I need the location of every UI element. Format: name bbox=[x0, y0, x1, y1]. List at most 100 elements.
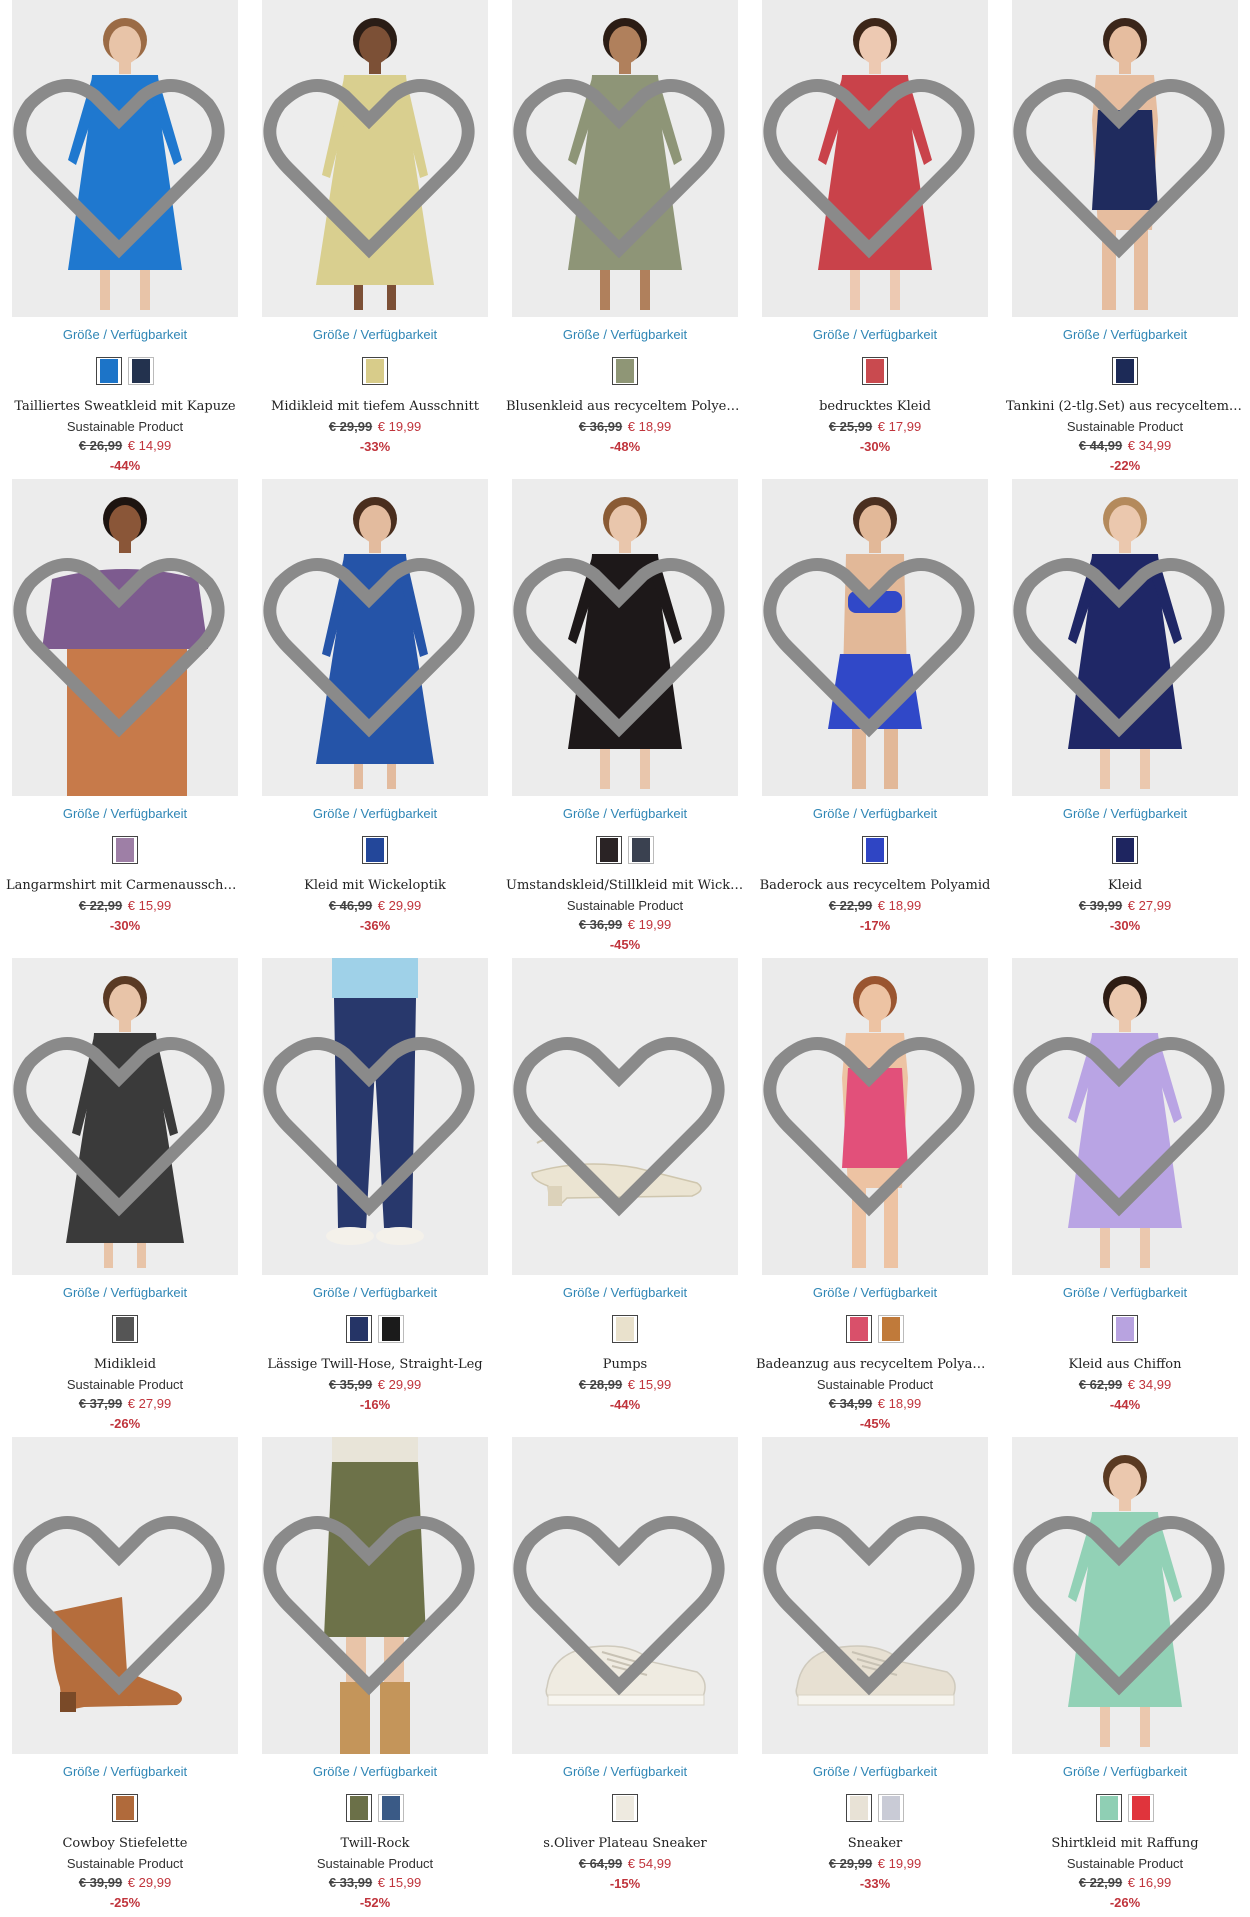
color-swatch[interactable] bbox=[846, 1315, 872, 1343]
product-image[interactable] bbox=[762, 0, 988, 317]
product-name[interactable]: Shirtkleid mit Raffung bbox=[1000, 1834, 1250, 1854]
product-card[interactable]: Größe / Verfügbarkeit Baderock aus recyce… bbox=[750, 479, 1000, 959]
color-swatch[interactable] bbox=[1128, 1794, 1154, 1822]
wishlist-heart-icon[interactable] bbox=[1012, 968, 1232, 1275]
size-availability-link[interactable]: Größe / Verfügbarkeit bbox=[500, 806, 750, 821]
product-card[interactable]: Größe / Verfügbarkeit Shirtkleid mit Raff… bbox=[1000, 1437, 1250, 1917]
wishlist-heart-icon[interactable] bbox=[762, 10, 982, 317]
size-availability-link[interactable]: Größe / Verfügbarkeit bbox=[250, 327, 500, 342]
product-name[interactable]: Sneaker bbox=[750, 1834, 1000, 1854]
color-swatch[interactable] bbox=[362, 836, 388, 864]
product-image[interactable] bbox=[12, 0, 238, 317]
wishlist-heart-icon[interactable] bbox=[512, 1447, 732, 1754]
color-swatch[interactable] bbox=[1112, 357, 1138, 385]
product-card[interactable]: Größe / Verfügbarkeit Midikleid mit tiefe… bbox=[250, 0, 500, 480]
color-swatch[interactable] bbox=[846, 1794, 872, 1822]
product-card[interactable]: Größe / Verfügbarkeit Sneaker € 29,99 € 19… bbox=[750, 1437, 1000, 1917]
product-image[interactable] bbox=[762, 1437, 988, 1754]
product-card[interactable]: Größe / Verfügbarkeit Badeanzug aus recyc… bbox=[750, 958, 1000, 1438]
size-availability-link[interactable]: Größe / Verfügbarkeit bbox=[0, 806, 250, 821]
product-image[interactable] bbox=[762, 958, 988, 1275]
color-swatch[interactable] bbox=[112, 1794, 138, 1822]
color-swatch[interactable] bbox=[862, 357, 888, 385]
product-name[interactable]: Pumps bbox=[500, 1355, 750, 1375]
size-availability-link[interactable]: Größe / Verfügbarkeit bbox=[250, 1285, 500, 1300]
wishlist-heart-icon[interactable] bbox=[262, 10, 482, 317]
size-availability-link[interactable]: Größe / Verfügbarkeit bbox=[1000, 1764, 1250, 1779]
color-swatch[interactable] bbox=[1096, 1794, 1122, 1822]
product-card[interactable]: Größe / Verfügbarkeit Lässige Twill-Hose,… bbox=[250, 958, 500, 1438]
color-swatch[interactable] bbox=[1112, 1315, 1138, 1343]
product-name[interactable]: Kleid mit Wickeloptik bbox=[250, 876, 500, 896]
product-image[interactable] bbox=[762, 479, 988, 796]
size-availability-link[interactable]: Größe / Verfügbarkeit bbox=[750, 327, 1000, 342]
product-image[interactable] bbox=[512, 479, 738, 796]
color-swatch[interactable] bbox=[112, 1315, 138, 1343]
color-swatch[interactable] bbox=[112, 836, 138, 864]
size-availability-link[interactable]: Größe / Verfügbarkeit bbox=[0, 327, 250, 342]
product-card[interactable]: Größe / Verfügbarkeit s.Oliver Plateau Sn… bbox=[500, 1437, 750, 1917]
wishlist-heart-icon[interactable] bbox=[12, 1447, 232, 1754]
product-name[interactable]: Langarmshirt mit Carmenausschnitt bbox=[0, 876, 250, 896]
product-name[interactable]: Kleid bbox=[1000, 876, 1250, 896]
product-card[interactable]: Größe / Verfügbarkeit Blusenkleid aus rec… bbox=[500, 0, 750, 480]
product-name[interactable]: Cowboy Stiefelette bbox=[0, 1834, 250, 1854]
color-swatch[interactable] bbox=[378, 1794, 404, 1822]
wishlist-heart-icon[interactable] bbox=[262, 968, 482, 1275]
color-swatch[interactable] bbox=[862, 836, 888, 864]
wishlist-heart-icon[interactable] bbox=[12, 489, 232, 796]
color-swatch[interactable] bbox=[362, 357, 388, 385]
product-card[interactable]: Größe / Verfügbarkeit bedrucktes Kleid € 2… bbox=[750, 0, 1000, 480]
product-name[interactable]: Tailliertes Sweatkleid mit Kapuze bbox=[0, 397, 250, 417]
color-swatch[interactable] bbox=[612, 357, 638, 385]
product-image[interactable] bbox=[12, 479, 238, 796]
size-availability-link[interactable]: Größe / Verfügbarkeit bbox=[0, 1764, 250, 1779]
color-swatch[interactable] bbox=[378, 1315, 404, 1343]
product-image[interactable] bbox=[1012, 479, 1238, 796]
size-availability-link[interactable]: Größe / Verfügbarkeit bbox=[250, 1764, 500, 1779]
color-swatch[interactable] bbox=[878, 1315, 904, 1343]
color-swatch[interactable] bbox=[128, 357, 154, 385]
product-image[interactable] bbox=[262, 958, 488, 1275]
wishlist-heart-icon[interactable] bbox=[512, 968, 732, 1275]
product-card[interactable]: Größe / Verfügbarkeit Cowboy Stiefelette S… bbox=[0, 1437, 250, 1917]
wishlist-heart-icon[interactable] bbox=[512, 10, 732, 317]
size-availability-link[interactable]: Größe / Verfügbarkeit bbox=[750, 1285, 1000, 1300]
product-card[interactable]: Größe / Verfügbarkeit Pumps € 28,99 € 15,9… bbox=[500, 958, 750, 1438]
product-name[interactable]: Umstandskleid/Stillkleid mit Wicke... bbox=[500, 876, 750, 896]
size-availability-link[interactable]: Größe / Verfügbarkeit bbox=[1000, 327, 1250, 342]
color-swatch[interactable] bbox=[346, 1794, 372, 1822]
product-image[interactable] bbox=[512, 958, 738, 1275]
wishlist-heart-icon[interactable] bbox=[762, 968, 982, 1275]
product-image[interactable] bbox=[1012, 958, 1238, 1275]
size-availability-link[interactable]: Größe / Verfügbarkeit bbox=[500, 327, 750, 342]
product-name[interactable]: s.Oliver Plateau Sneaker bbox=[500, 1834, 750, 1854]
product-card[interactable]: Größe / Verfügbarkeit Tailliertes Sweatkl… bbox=[0, 0, 250, 480]
size-availability-link[interactable]: Größe / Verfügbarkeit bbox=[1000, 1285, 1250, 1300]
product-image[interactable] bbox=[1012, 1437, 1238, 1754]
wishlist-heart-icon[interactable] bbox=[12, 10, 232, 317]
color-swatch[interactable] bbox=[96, 357, 122, 385]
product-card[interactable]: Größe / Verfügbarkeit Kleid aus Chiffon € … bbox=[1000, 958, 1250, 1438]
wishlist-heart-icon[interactable] bbox=[262, 1447, 482, 1754]
product-name[interactable]: bedrucktes Kleid bbox=[750, 397, 1000, 417]
wishlist-heart-icon[interactable] bbox=[1012, 10, 1232, 317]
product-image[interactable] bbox=[262, 479, 488, 796]
product-card[interactable]: Größe / Verfügbarkeit Langarmshirt mit Ca… bbox=[0, 479, 250, 959]
color-swatch[interactable] bbox=[612, 1315, 638, 1343]
product-name[interactable]: Lässige Twill-Hose, Straight-Leg bbox=[250, 1355, 500, 1375]
size-availability-link[interactable]: Größe / Verfügbarkeit bbox=[500, 1285, 750, 1300]
product-image[interactable] bbox=[512, 0, 738, 317]
size-availability-link[interactable]: Größe / Verfügbarkeit bbox=[250, 806, 500, 821]
product-image[interactable] bbox=[12, 958, 238, 1275]
product-name[interactable]: Tankini (2-tlg.Set) aus recyceltem P... bbox=[1000, 397, 1250, 417]
size-availability-link[interactable]: Größe / Verfügbarkeit bbox=[1000, 806, 1250, 821]
color-swatch[interactable] bbox=[628, 836, 654, 864]
product-image[interactable] bbox=[12, 1437, 238, 1754]
wishlist-heart-icon[interactable] bbox=[1012, 1447, 1232, 1754]
product-name[interactable]: Blusenkleid aus recyceltem Polyester bbox=[500, 397, 750, 417]
product-image[interactable] bbox=[1012, 0, 1238, 317]
product-name[interactable]: Midikleid mit tiefem Ausschnitt bbox=[250, 397, 500, 417]
product-name[interactable]: Midikleid bbox=[0, 1355, 250, 1375]
product-name[interactable]: Badeanzug aus recyceltem Polyamid bbox=[750, 1355, 1000, 1375]
